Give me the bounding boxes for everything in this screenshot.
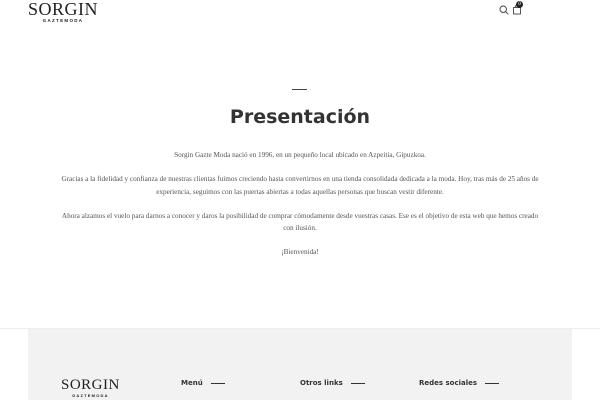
- footer-heading-social-label: Redes sociales: [419, 379, 478, 387]
- footer-heading-menu-label: Menú: [181, 379, 203, 387]
- page-title: Presentación: [229, 106, 371, 128]
- footer-heading-links-label: Otros links: [300, 379, 343, 387]
- footer-logo-sub-text: GAZTEMODA: [72, 393, 109, 398]
- paragraph-goal: Ahora alzamos el vuelo para darnos a con…: [61, 211, 539, 233]
- presentation-text: Sorgin Gazte Moda nació en 1996, en un p…: [60, 149, 540, 271]
- site-header: SORGIN GAZTEMODA 0: [0, 0, 600, 26]
- logo-main-text: SORGIN: [28, 0, 99, 19]
- logo-sub-text: GAZTEMODA: [42, 18, 84, 23]
- title-divider: [292, 89, 307, 90]
- footer-heading-rule: [350, 382, 365, 384]
- search-icon[interactable]: [499, 5, 509, 15]
- paragraph-welcome: ¡Bienvenida!: [281, 248, 319, 257]
- footer-heading-menu: Menú: [181, 379, 225, 391]
- footer-heading-rule: [485, 382, 500, 384]
- footer-heading-rule: [210, 382, 225, 384]
- site-logo[interactable]: SORGIN GAZTEMODA: [28, 0, 98, 24]
- paragraph-history: Gracias a la fidelidad y confianza de nu…: [61, 175, 539, 196]
- footer-logo-main-text: SORGIN: [61, 377, 120, 393]
- cart-count-badge: 0: [516, 1, 523, 8]
- site-footer: SORGIN GAZTEMODA Menú Otros links Redes …: [28, 329, 572, 400]
- paragraph-intro: Sorgin Gazte Moda nació en 1996, en un p…: [174, 151, 426, 159]
- footer-heading-social: Redes sociales: [419, 379, 500, 391]
- footer-heading-links: Otros links: [300, 379, 365, 391]
- footer-logo[interactable]: SORGIN GAZTEMODA: [61, 378, 120, 398]
